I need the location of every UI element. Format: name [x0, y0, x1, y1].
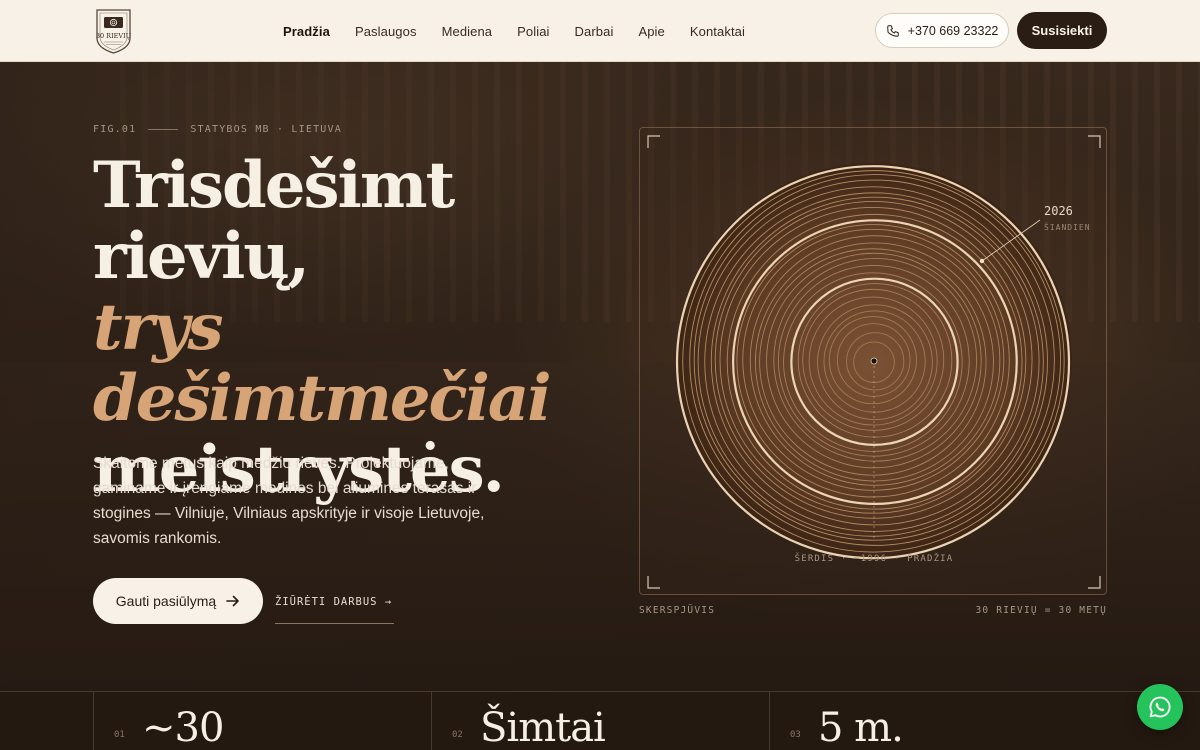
stat-item: 03 5 m.: [769, 692, 1107, 750]
stat-number: 02: [452, 730, 463, 740]
logo-emblem-icon: 30 RIEVIŲ: [96, 9, 132, 54]
main-nav: Pradžia Paslaugos Mediena Poliai Darbai …: [283, 0, 745, 62]
year-marker-dot: [979, 258, 985, 264]
phone-number: +370 669 23322: [907, 23, 999, 38]
nav-item-poliai[interactable]: Poliai: [517, 24, 549, 39]
contact-button[interactable]: Susisiekti: [1017, 12, 1107, 49]
logo-text: 30 RIEVIŲ: [96, 32, 132, 40]
year-label: 2026: [1044, 204, 1073, 218]
nav-item-pradzia[interactable]: Pradžia: [283, 24, 330, 39]
eyebrow-divider: [148, 129, 179, 130]
stat-value: Šimtai: [480, 705, 606, 750]
nav-item-kontaktai[interactable]: Kontaktai: [690, 24, 745, 39]
phone-button[interactable]: +370 669 23322: [875, 13, 1009, 48]
headline-line-2: rievių,: [93, 219, 310, 294]
get-quote-label: Gauti pasiūlymą: [115, 593, 217, 609]
eyebrow-company-label: STATYBOS MB · LIETUVA: [190, 124, 342, 135]
hero-lead: Skaitome metus kaip medžio rieves. Proje…: [93, 455, 485, 547]
site-header: 30 RIEVIŲ Pradžia Paslaugos Mediena Poli…: [0, 0, 1200, 62]
whatsapp-button[interactable]: [1137, 684, 1183, 730]
eyebrow-figure-label: FIG.01: [93, 124, 137, 135]
stat-number: 01: [114, 730, 125, 740]
nav-item-mediena[interactable]: Mediena: [442, 24, 493, 39]
stat-item: 02 Šimtai: [431, 692, 769, 750]
stats-strip: 01 ~30 02 Šimtai 03 5 m.: [0, 691, 1200, 750]
core-label: ŠERDIS · ~1996 · PRADŽIA: [795, 552, 954, 564]
tree-ring-graphic: 2026 ŠIANDIEN ŠERDIS · ~1996 · PRADŽIA: [647, 135, 1101, 589]
core-dot: [870, 357, 878, 365]
arrow-right-icon: [226, 595, 239, 607]
stat-value: 5 m.: [818, 705, 904, 750]
hero-eyebrow: FIG.01 STATYBOS MB · LIETUVA: [93, 124, 342, 135]
figure-caption-right: 30 RIEVIŲ = 30 METŲ: [975, 605, 1107, 616]
nav-item-darbai[interactable]: Darbai: [575, 24, 614, 39]
site-logo[interactable]: 30 RIEVIŲ: [93, 6, 134, 55]
hero-section: FIG.01 STATYBOS MB · LIETUVA Trisdešimt …: [0, 62, 1200, 692]
whatsapp-icon: [1149, 696, 1171, 718]
stat-number: 03: [790, 730, 801, 740]
stat-value: ~30: [142, 705, 224, 750]
year-sub-label: ŠIANDIEN: [1044, 221, 1091, 232]
tree-ring-figure: 2026 ŠIANDIEN ŠERDIS · ~1996 · PRADŽIA: [639, 127, 1107, 595]
view-works-link[interactable]: ŽIŪRĖTI DARBUS →: [275, 580, 394, 624]
headline-accent: trys dešimtmečiai: [93, 290, 552, 436]
figure-caption-left: SKERSPJŪVIS: [639, 605, 716, 616]
phone-icon: [886, 24, 899, 37]
get-quote-button[interactable]: Gauti pasiūlymą: [93, 578, 263, 624]
nav-item-apie[interactable]: Apie: [638, 24, 664, 39]
headline-line-1: Trisdešimt: [93, 148, 455, 223]
stat-item: 01 ~30: [93, 692, 431, 750]
nav-item-paslaugos[interactable]: Paslaugos: [355, 24, 417, 39]
